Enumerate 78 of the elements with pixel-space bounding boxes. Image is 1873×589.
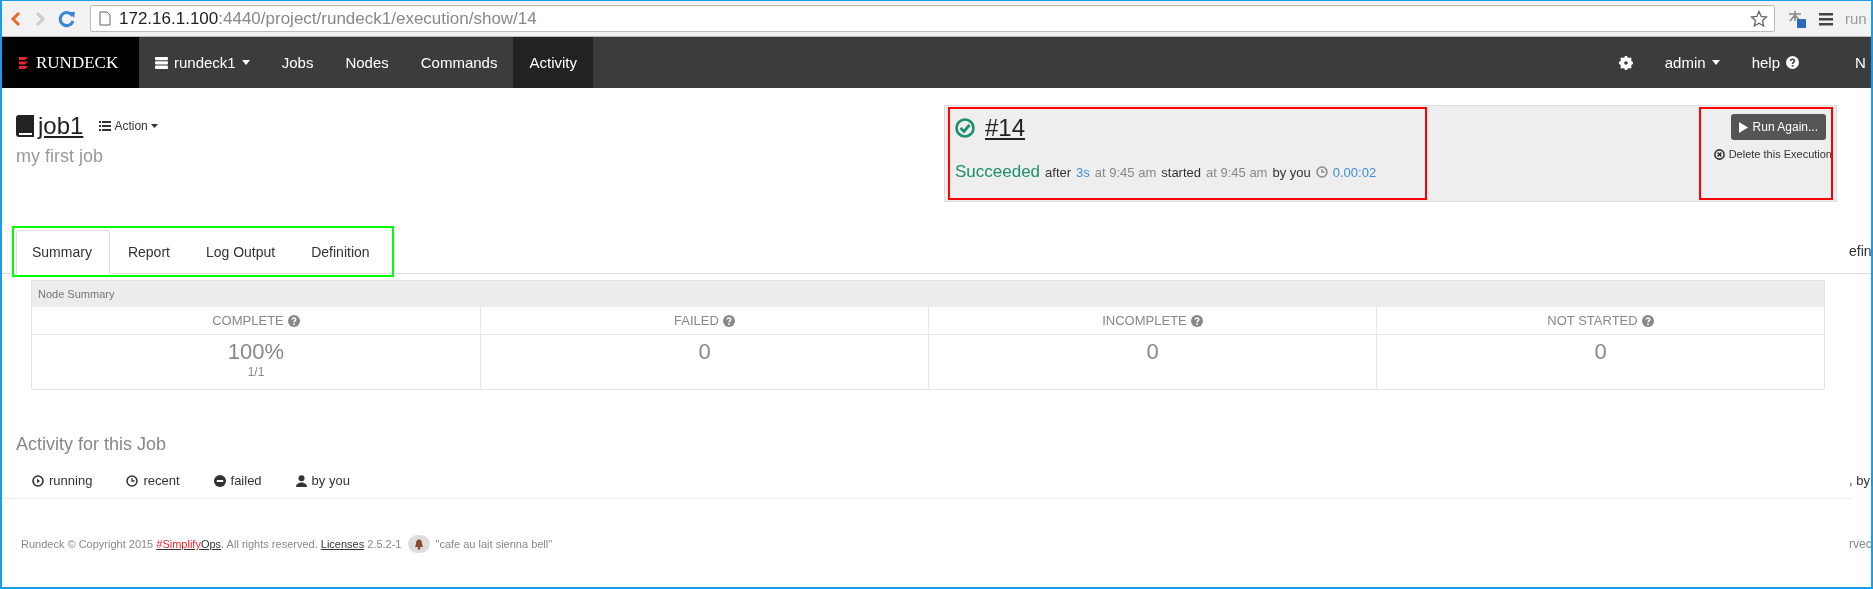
logo-icon xyxy=(18,55,30,70)
nav-item[interactable]: rundeck1 xyxy=(139,37,266,88)
translate-icon xyxy=(1787,8,1807,29)
nav-item[interactable]: Nodes xyxy=(329,37,405,88)
label-text: by you xyxy=(1272,165,1311,180)
caret-icon xyxy=(150,124,158,128)
section-title: Activity for this Job xyxy=(16,434,168,455)
column-label: INCOMPLETE xyxy=(1102,313,1187,328)
page-icon xyxy=(99,11,111,26)
filter-link[interactable]: by you xyxy=(295,473,350,488)
minus-circle-icon xyxy=(213,474,226,487)
label-text: started xyxy=(1161,165,1201,180)
url-text: 172.16.1.100:4440/project/rundeck1/execution/show/14 xyxy=(119,8,537,29)
help-icon xyxy=(1641,314,1654,327)
job-description: my first job xyxy=(16,146,104,167)
close-circle-icon xyxy=(1713,148,1725,160)
user-menu[interactable]: admin xyxy=(1648,37,1736,88)
count-value: 0 xyxy=(698,339,711,365)
count-detail: 1/1 xyxy=(247,365,265,379)
menu-icon xyxy=(1819,11,1833,26)
cut-off-text: efin xyxy=(1849,243,1871,261)
forward-icon xyxy=(34,10,46,27)
address-bar[interactable]: 172.16.1.100:4440/project/rundeck1/execution/show/14 xyxy=(90,5,1775,32)
filter-link[interactable]: running xyxy=(32,473,93,488)
play-icon xyxy=(1738,121,1748,133)
check-circle-icon xyxy=(955,118,975,138)
status-text: Succeeded xyxy=(955,162,1041,182)
column-label: FAILED xyxy=(674,313,719,328)
help-icon xyxy=(1786,56,1799,69)
clock-icon xyxy=(1315,166,1328,178)
job-link[interactable]: job1 xyxy=(38,112,84,140)
star-icon xyxy=(1750,9,1768,28)
run-again-button[interactable]: Run Again... xyxy=(1730,114,1826,140)
tab[interactable]: Report xyxy=(111,230,188,273)
tab[interactable]: Summary xyxy=(16,230,110,274)
cut-off-text: , by xyxy=(1849,473,1871,488)
tab[interactable]: Definition xyxy=(295,230,388,273)
user-icon xyxy=(295,474,307,487)
count-value: 100% xyxy=(227,339,285,365)
label-text: after xyxy=(1045,165,1072,180)
licenses-link[interactable]: Licenses xyxy=(320,538,365,550)
delete-link[interactable]: Delete this Execution xyxy=(1713,148,1832,160)
list-icon xyxy=(99,121,112,131)
cut-off-text: rvec xyxy=(1849,537,1871,551)
help-icon xyxy=(287,314,300,327)
release-name: "cafe au lait sienna bell" xyxy=(435,538,553,550)
reload-icon xyxy=(58,9,76,28)
execution-link[interactable]: #14 xyxy=(981,114,1026,142)
help-link[interactable]: help xyxy=(1735,37,1815,88)
nav-item[interactable]: Jobs xyxy=(265,37,330,88)
time-text: at 9:45 am xyxy=(1206,165,1268,180)
settings-icon xyxy=(1618,55,1633,70)
copyright-text: Rundeck © Copyright 2015 #SimplifyOps. All rights reserved. Licenses 2.5.2-1 xyxy=(21,538,402,550)
action-menu[interactable]: Action xyxy=(99,119,158,133)
column-label: COMPLETE xyxy=(212,313,284,328)
cut-off-text: run xyxy=(1845,10,1868,27)
help-icon xyxy=(722,314,735,327)
table-header: Node Summary xyxy=(32,281,1824,307)
filter-link[interactable]: recent xyxy=(126,473,180,488)
column-label: NOT STARTED xyxy=(1547,313,1638,328)
filter-link[interactable]: failed xyxy=(213,473,262,488)
clock-icon xyxy=(126,474,139,487)
cut-off-text: N xyxy=(1855,54,1867,71)
help-icon xyxy=(1190,314,1203,327)
logo-text: RUNDECK xyxy=(36,52,119,73)
caret-icon xyxy=(1711,60,1720,65)
play-circle-icon xyxy=(32,474,44,487)
nav-item[interactable]: Commands xyxy=(404,37,514,88)
time-text: at 9:45 am xyxy=(1094,165,1157,180)
count-value: 0 xyxy=(1594,339,1607,365)
tab[interactable]: Log Output xyxy=(189,230,294,273)
nav-item[interactable]: Activity xyxy=(513,37,593,88)
back-icon xyxy=(10,10,22,27)
book-icon xyxy=(16,115,34,137)
caret-icon xyxy=(241,60,250,65)
server-icon xyxy=(155,56,168,69)
bell-icon xyxy=(413,538,424,550)
count-value: 0 xyxy=(1146,339,1159,365)
